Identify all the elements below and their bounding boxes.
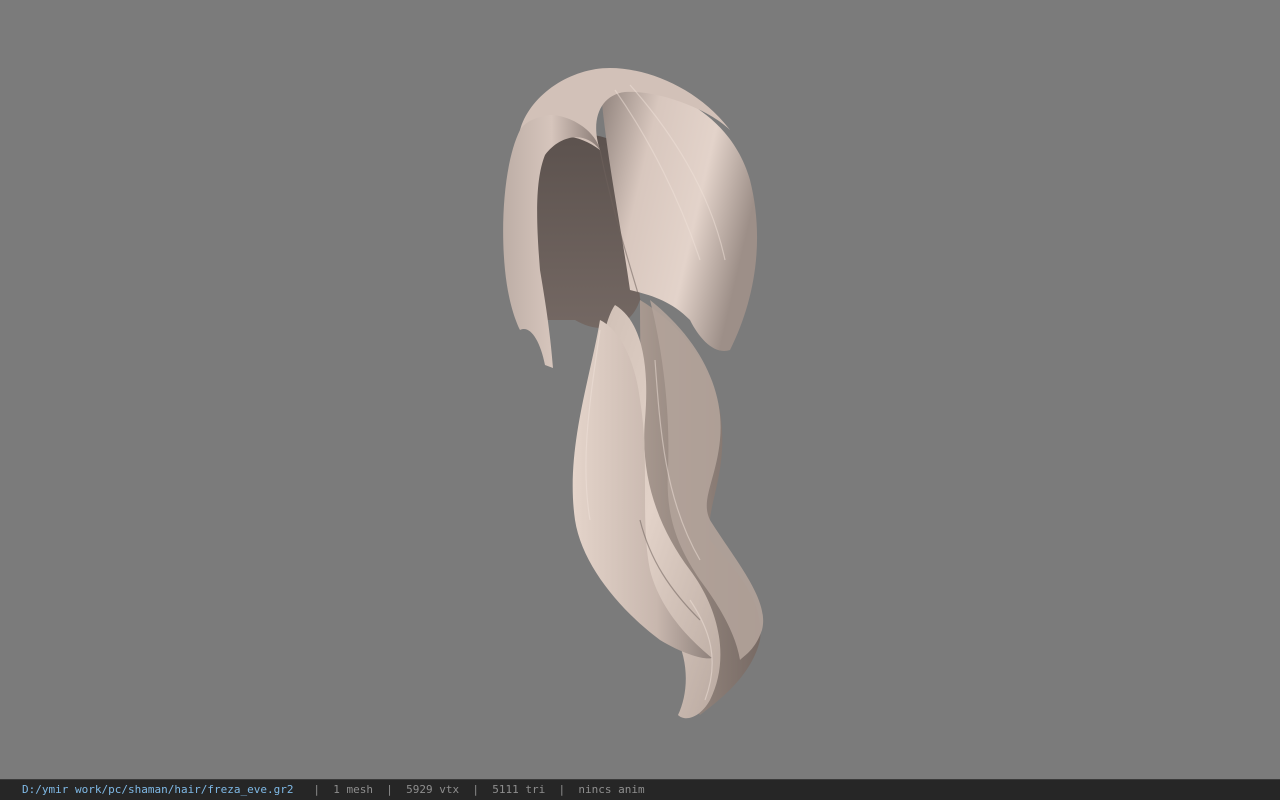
separator: | (386, 783, 393, 796)
vertex-count: 5929 vtx (406, 783, 460, 796)
separator: | (558, 783, 566, 796)
3d-viewport[interactable] (0, 0, 1280, 779)
hair-model-render[interactable] (0, 0, 1280, 779)
file-path: D:/ymir work/pc/shaman/hair/freza_eve.gr… (22, 783, 294, 796)
animation-status: nincs anim (578, 783, 645, 796)
separator: | (472, 783, 480, 796)
separator: | (313, 783, 321, 796)
status-bar: D:/ymir work/pc/shaman/hair/freza_eve.gr… (0, 779, 1280, 800)
mesh-count: 1 mesh (333, 783, 374, 796)
triangle-count: 5111 tri (492, 783, 546, 796)
